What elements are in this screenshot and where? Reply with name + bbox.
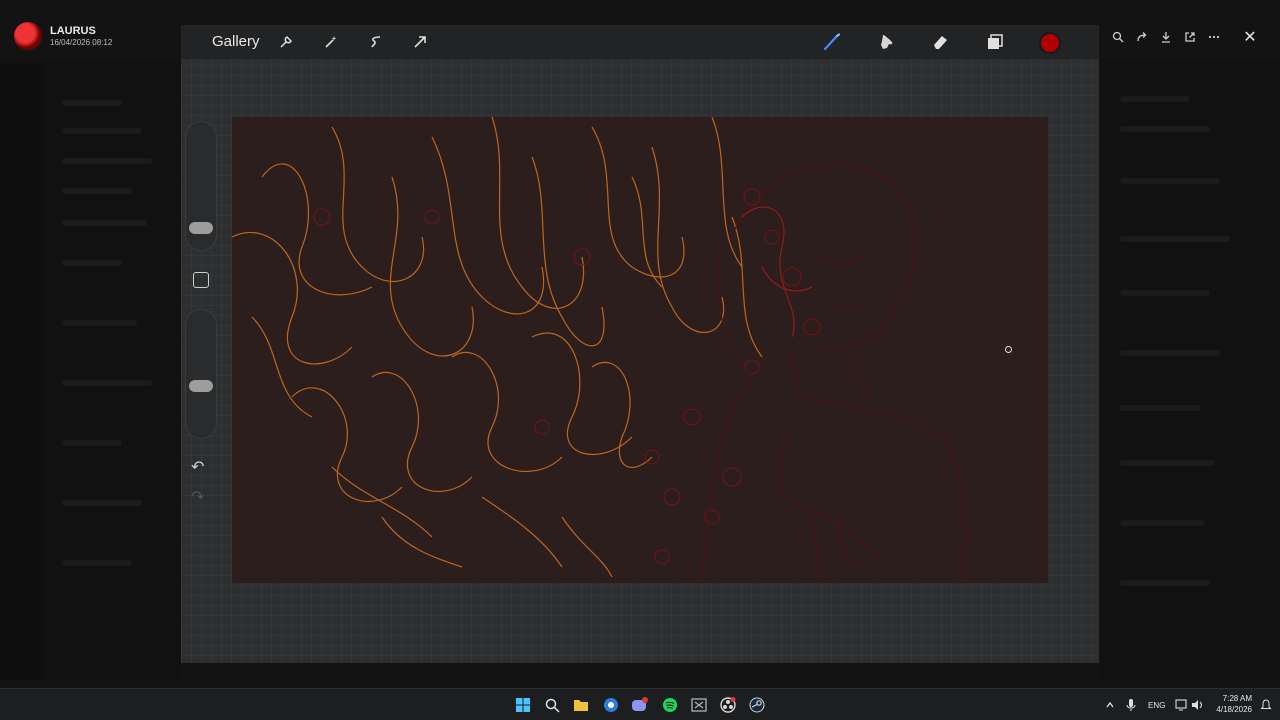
forward-icon[interactable] — [1132, 27, 1152, 47]
procreate-toolbar: Gallery — [181, 25, 1099, 59]
transform-arrow-icon[interactable] — [409, 31, 431, 53]
chrome-icon[interactable] — [601, 695, 621, 715]
upload-timestamp: 16/04/2026 08:12 — [50, 37, 113, 47]
open-external-icon[interactable] — [1180, 27, 1200, 47]
uploader-info: LAURUS 16/04/2026 08:12 — [14, 22, 112, 50]
undo-icon[interactable]: ↶ — [191, 457, 204, 477]
windows-start-icon[interactable] — [513, 695, 533, 715]
obs-icon[interactable] — [718, 695, 738, 715]
opacity-slider[interactable] — [185, 309, 217, 439]
gallery-button[interactable]: Gallery — [212, 33, 260, 50]
microphone-icon[interactable] — [1121, 695, 1141, 715]
brush-size-slider[interactable] — [185, 121, 217, 251]
spotify-icon[interactable] — [660, 695, 680, 715]
more-icon[interactable] — [1204, 27, 1224, 47]
color-picker-button[interactable] — [1039, 32, 1061, 54]
cursor-indicator — [1005, 346, 1012, 353]
server-rail — [0, 60, 42, 680]
language-indicator[interactable]: ENG — [1148, 701, 1165, 710]
taskbar-clock[interactable]: 7:28 AM 4/18/2026 — [1212, 693, 1252, 715]
wrench-icon[interactable] — [275, 31, 297, 53]
opacity-knob[interactable] — [189, 380, 213, 392]
zoom-icon[interactable] — [1108, 27, 1128, 47]
steam-icon[interactable] — [747, 695, 767, 715]
windows-taskbar: ENG 7:28 AM 4/18/2026 — [0, 688, 1280, 720]
magic-wand-icon[interactable] — [320, 31, 342, 53]
member-list — [1100, 60, 1280, 680]
eraser-icon[interactable] — [929, 31, 951, 53]
brush-size-knob[interactable] — [189, 222, 213, 234]
modify-button[interactable] — [193, 272, 209, 288]
procreate-sidebar: ↶ ↷ — [185, 121, 217, 521]
redo-icon[interactable]: ↷ — [191, 487, 204, 507]
app-icon[interactable] — [689, 695, 709, 715]
brush-icon[interactable] — [821, 31, 843, 53]
drawing-canvas[interactable] — [232, 117, 1048, 583]
clock-date: 4/18/2026 — [1216, 705, 1252, 714]
uploader-name[interactable]: LAURUS — [50, 25, 112, 38]
volume-icon[interactable] — [1188, 695, 1208, 715]
file-explorer-icon[interactable] — [571, 695, 591, 715]
clock-time: 7:28 AM — [1222, 694, 1252, 703]
layers-icon[interactable] — [984, 31, 1006, 53]
smudge-icon[interactable] — [875, 31, 897, 53]
viewer-toolbar — [1108, 27, 1224, 47]
download-icon[interactable] — [1156, 27, 1176, 47]
tray-chevron-icon[interactable] — [1100, 695, 1120, 715]
discord-icon[interactable] — [630, 695, 650, 715]
sketch-artwork — [232, 117, 967, 583]
channel-list — [42, 60, 182, 680]
avatar[interactable] — [14, 22, 42, 50]
search-icon[interactable] — [542, 695, 562, 715]
procreate-screenshot: Gallery ↶ ↷ — [181, 25, 1099, 663]
selection-icon[interactable] — [365, 31, 387, 53]
close-icon[interactable]: ✕ — [1240, 27, 1260, 47]
notification-icon[interactable] — [1256, 695, 1276, 715]
